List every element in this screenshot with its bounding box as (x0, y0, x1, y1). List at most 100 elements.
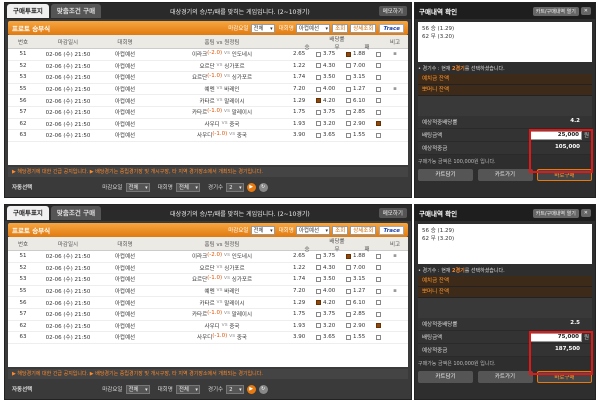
odds-checkbox[interactable] (316, 74, 321, 80)
add-to-cart-button[interactable]: 카트담기 (418, 371, 473, 383)
odds-l[interactable]: 1.55 (353, 132, 381, 138)
search-button[interactable]: 조회 (332, 23, 349, 33)
auto-deadline-select[interactable]: 전체 (125, 384, 150, 394)
close-icon[interactable]: ✕ (580, 209, 591, 217)
odds-d[interactable]: 3.50 (323, 74, 351, 80)
odds-w[interactable]: 2.65 (293, 253, 321, 259)
odds-l[interactable]: 2.85 (353, 109, 381, 115)
odds-w[interactable]: 3.90 (293, 334, 321, 340)
tab-custom-purchase[interactable]: 맞춤조건 구매 (50, 206, 102, 220)
odds-checkbox[interactable] (376, 334, 381, 340)
odds-d[interactable]: 3.20 (323, 121, 351, 127)
odds-checkbox[interactable] (376, 265, 381, 271)
odds-checkbox[interactable] (316, 323, 321, 329)
odds-d[interactable]: 4.20 (323, 300, 351, 306)
odds-checkbox[interactable] (316, 86, 321, 92)
memo-button[interactable]: 메모하기 (378, 6, 407, 16)
odds-d[interactable]: 4.00 (323, 288, 351, 294)
odds-d[interactable]: 4.20 (323, 98, 351, 104)
odds-d[interactable]: 3.65 (323, 132, 351, 138)
odds-checkbox[interactable] (346, 98, 351, 104)
odds-w[interactable]: 7.20 (293, 288, 321, 294)
open-cart-history-button[interactable]: 카트/구매내역 열기 (532, 208, 579, 218)
odds-checkbox[interactable] (316, 132, 321, 138)
odds-w[interactable]: 1.93 (293, 323, 321, 329)
odds-checkbox[interactable] (346, 74, 351, 80)
odds-checkbox[interactable] (316, 265, 321, 271)
odds-l[interactable]: 3.15 (353, 74, 381, 80)
auto-count-select[interactable]: 2 (226, 384, 244, 394)
odds-l[interactable]: 1.27 (353, 86, 381, 92)
odds-checkbox[interactable] (346, 311, 351, 317)
odds-w[interactable]: 1.75 (293, 311, 321, 317)
odds-checkbox[interactable] (376, 109, 381, 115)
odds-checkbox[interactable] (346, 265, 351, 271)
odds-checkbox[interactable] (376, 86, 381, 92)
detail-search-button[interactable]: 상세조회 (350, 23, 377, 33)
odds-checkbox[interactable] (316, 288, 321, 294)
odds-d[interactable]: 3.75 (323, 51, 351, 57)
odds-w[interactable]: 1.22 (293, 265, 321, 271)
odds-l[interactable]: 1.55 (353, 334, 381, 340)
search-button[interactable]: 조회 (332, 225, 349, 235)
odds-l[interactable]: 3.15 (353, 276, 381, 282)
odds-w[interactable]: 1.75 (293, 109, 321, 115)
odds-l[interactable]: 7.00 (353, 63, 381, 69)
odds-w[interactable]: 1.22 (293, 63, 321, 69)
odds-checkbox[interactable] (316, 334, 321, 340)
odds-checkbox[interactable] (376, 51, 381, 57)
odds-checkbox[interactable] (316, 63, 321, 69)
open-cart-history-button[interactable]: 카트/구매내역 열기 (532, 6, 579, 16)
odds-w[interactable]: 1.29 (293, 98, 321, 104)
odds-checkbox[interactable] (316, 51, 321, 57)
odds-checkbox[interactable] (316, 109, 321, 115)
odds-checkbox[interactable] (376, 121, 381, 127)
go-to-cart-button[interactable]: 카트가기 (477, 371, 533, 383)
auto-select-reset-icon[interactable]: ↻ (258, 182, 268, 192)
odds-checkbox[interactable] (346, 276, 351, 282)
odds-checkbox[interactable] (376, 288, 381, 294)
odds-checkbox[interactable] (346, 86, 351, 92)
memo-button[interactable]: 메모하기 (378, 208, 407, 218)
odds-checkbox[interactable] (346, 51, 351, 57)
odds-checkbox[interactable] (316, 276, 321, 282)
auto-select-reset-icon[interactable]: ↻ (258, 384, 268, 394)
odds-checkbox[interactable] (346, 334, 351, 340)
odds-checkbox[interactable] (316, 121, 321, 127)
odds-w[interactable]: 2.65 (293, 51, 321, 57)
odds-d[interactable]: 3.75 (323, 311, 351, 317)
odds-checkbox[interactable] (316, 300, 321, 306)
odds-d[interactable]: 3.65 (323, 334, 351, 340)
league-select[interactable]: 아컵예선 (295, 225, 331, 235)
odds-checkbox[interactable] (376, 276, 381, 282)
odds-d[interactable]: 4.30 (323, 63, 351, 69)
odds-checkbox[interactable] (376, 300, 381, 306)
odds-checkbox[interactable] (376, 311, 381, 317)
league-select[interactable]: 아컵예선 (295, 23, 331, 33)
odds-checkbox[interactable] (346, 300, 351, 306)
odds-d[interactable]: 3.20 (323, 323, 351, 329)
odds-l[interactable]: 1.27 (353, 288, 381, 294)
auto-count-select[interactable]: 2 (226, 182, 244, 192)
close-icon[interactable]: ✕ (580, 7, 591, 15)
tab-bet-slip[interactable]: 구매투표지 (7, 4, 49, 18)
odds-checkbox[interactable] (346, 132, 351, 138)
odds-w[interactable]: 3.90 (293, 132, 321, 138)
odds-l[interactable]: 2.90 (353, 121, 381, 127)
auto-select-go-icon[interactable]: ▶ (246, 182, 256, 192)
odds-checkbox[interactable] (376, 74, 381, 80)
odds-l[interactable]: 1.88 (353, 51, 381, 57)
odds-l[interactable]: 7.00 (353, 265, 381, 271)
auto-league-select[interactable]: 전체 (175, 182, 200, 192)
odds-checkbox[interactable] (316, 253, 321, 259)
odds-d[interactable]: 3.75 (323, 109, 351, 115)
auto-select-go-icon[interactable]: ▶ (246, 384, 256, 394)
odds-w[interactable]: 1.74 (293, 276, 321, 282)
odds-w[interactable]: 1.29 (293, 300, 321, 306)
odds-checkbox[interactable] (346, 121, 351, 127)
tab-bet-slip[interactable]: 구매투표지 (7, 206, 49, 220)
odds-l[interactable]: 2.90 (353, 323, 381, 329)
odds-l[interactable]: 2.85 (353, 311, 381, 317)
odds-checkbox[interactable] (316, 311, 321, 317)
odds-d[interactable]: 3.75 (323, 253, 351, 259)
